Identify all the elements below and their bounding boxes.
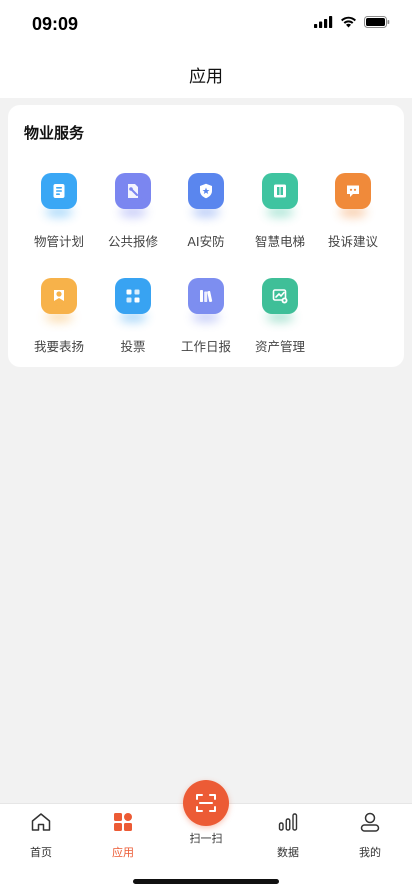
bar-chart-icon [278,813,298,831]
chat-bubble-icon [335,173,371,209]
service-label: 我要表扬 [33,339,84,354]
service-item-vote[interactable]: 投票 [95,278,171,368]
service-label: 资产管理 [254,339,305,354]
scan-button[interactable] [183,780,229,826]
service-item-elevator[interactable]: 智慧电梯 [242,173,318,263]
tab-label: 数据 [277,846,299,859]
tab-data[interactable]: 数据 [253,810,323,860]
service-label: 投诉建议 [327,234,378,249]
wifi-icon [341,16,356,28]
asset-chart-icon [262,278,298,314]
service-item-complaint[interactable]: 投诉建议 [315,173,391,263]
service-label: AI安防 [187,234,225,249]
elevator-icon [262,173,298,209]
tab-label: 首页 [30,846,52,859]
home-indicator [133,879,279,884]
notebook-icon [41,173,77,209]
section-title: 物业服务 [24,124,85,142]
user-icon [360,812,380,832]
property-services-card: 物业服务 物管计划 公共报修 AI安防 智慧电梯 投诉建议 我要表扬 投票 工作… [8,105,404,367]
tab-label: 应用 [112,846,134,859]
scan-label: 扫一扫 [189,832,223,845]
tab-home[interactable]: 首页 [6,810,76,860]
ballot-icon [115,278,151,314]
page-title: 应用 [189,67,223,87]
service-label: 智慧电梯 [254,234,305,249]
home-icon [31,813,51,831]
service-label: 公共报修 [107,234,158,249]
award-ribbon-icon [41,278,77,314]
service-item-daily-report[interactable]: 工作日报 [168,278,244,368]
service-item-plan[interactable]: 物管计划 [21,173,97,263]
service-label: 投票 [120,339,146,354]
top-area: 09:09 应用 [0,0,412,98]
wrench-doc-icon [115,173,151,209]
tab-mine[interactable]: 我的 [335,810,405,860]
status-icons [314,16,390,28]
status-bar: 09:09 [0,0,412,50]
cellular-signal-icon [314,16,333,28]
scan-icon [196,794,216,812]
service-item-asset-management[interactable]: 资产管理 [242,278,318,368]
shield-star-icon [188,173,224,209]
tab-apps[interactable]: 应用 [88,810,158,860]
battery-icon [364,16,390,28]
service-item-praise[interactable]: 我要表扬 [21,278,97,368]
service-label: 工作日报 [180,339,231,354]
service-label: 物管计划 [33,234,84,249]
grid-apps-icon [114,813,132,831]
tab-label: 我的 [359,846,381,859]
books-icon [188,278,224,314]
service-item-ai-security[interactable]: AI安防 [168,173,244,263]
status-time: 09:09 [32,14,79,34]
service-item-repair[interactable]: 公共报修 [95,173,171,263]
